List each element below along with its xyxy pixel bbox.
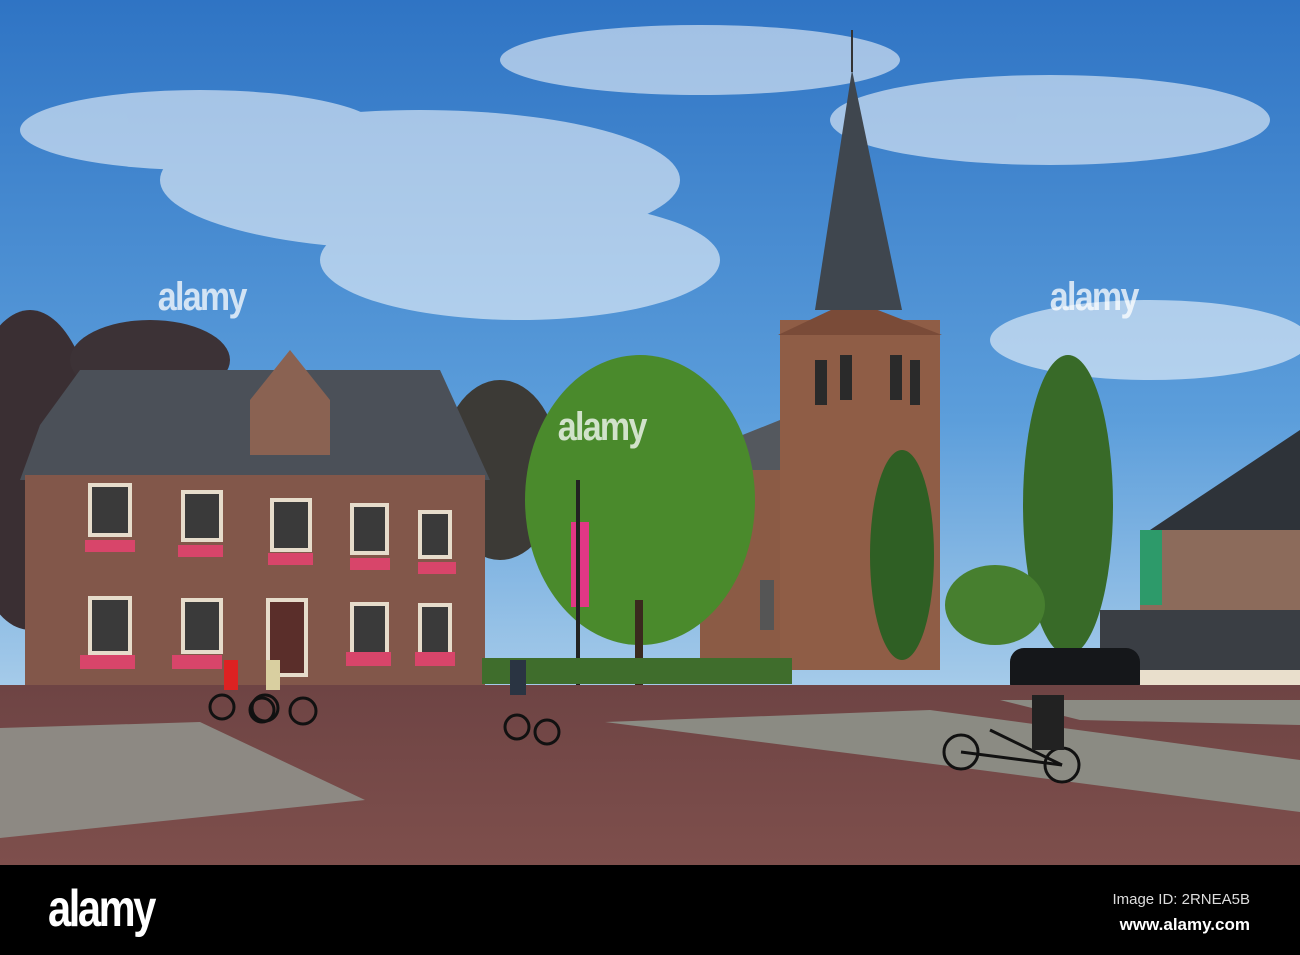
watermark: alamy [1049, 275, 1140, 319]
photo [0, 0, 1300, 865]
watermark: alamy [557, 405, 648, 449]
watermark: alamy [157, 275, 248, 319]
footer-bar: alamy Image ID: 2RNEA5B www.alamy.com [0, 865, 1300, 955]
alamy-logo[interactable]: alamy [48, 879, 156, 939]
town-hall [20, 350, 490, 690]
site-url[interactable]: www.alamy.com [1120, 915, 1250, 935]
hedge [482, 658, 792, 684]
image-id: Image ID: 2RNEA5B [1112, 891, 1250, 908]
